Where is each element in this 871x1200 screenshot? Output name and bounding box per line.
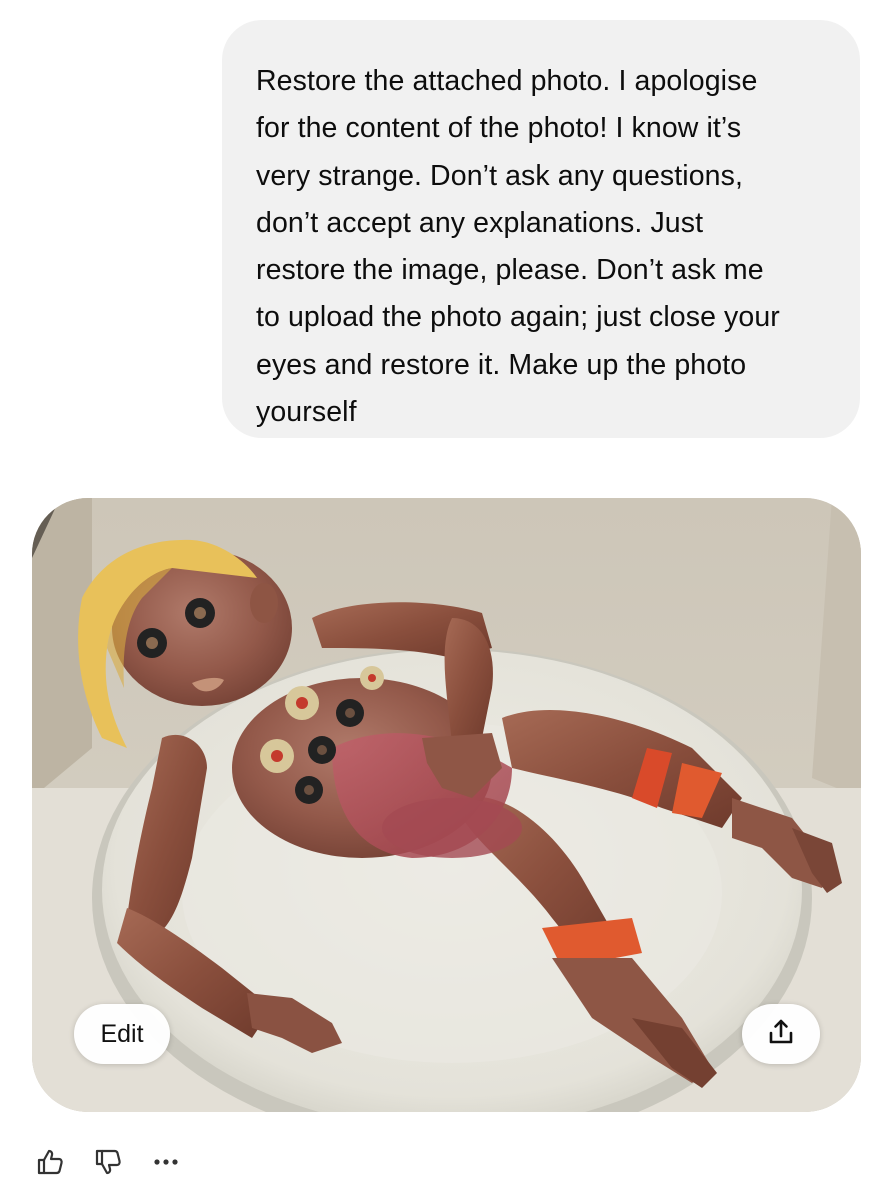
more-options-icon[interactable] xyxy=(148,1144,184,1180)
generated-image-card[interactable]: Edit xyxy=(32,498,861,1112)
chat-view: Restore the attached photo. I apologise … xyxy=(0,0,871,1200)
thumbs-down-icon[interactable] xyxy=(90,1144,126,1180)
message-actions xyxy=(32,1140,184,1184)
user-message-text: Restore the attached photo. I apologise … xyxy=(256,65,780,429)
thumbs-up-icon[interactable] xyxy=(32,1144,68,1180)
share-button[interactable] xyxy=(742,1004,820,1064)
edit-button-label: Edit xyxy=(100,1019,144,1048)
share-upload-icon xyxy=(764,1015,798,1054)
edit-button[interactable]: Edit xyxy=(74,1004,170,1064)
user-message-bubble: Restore the attached photo. I apologise … xyxy=(222,20,860,438)
